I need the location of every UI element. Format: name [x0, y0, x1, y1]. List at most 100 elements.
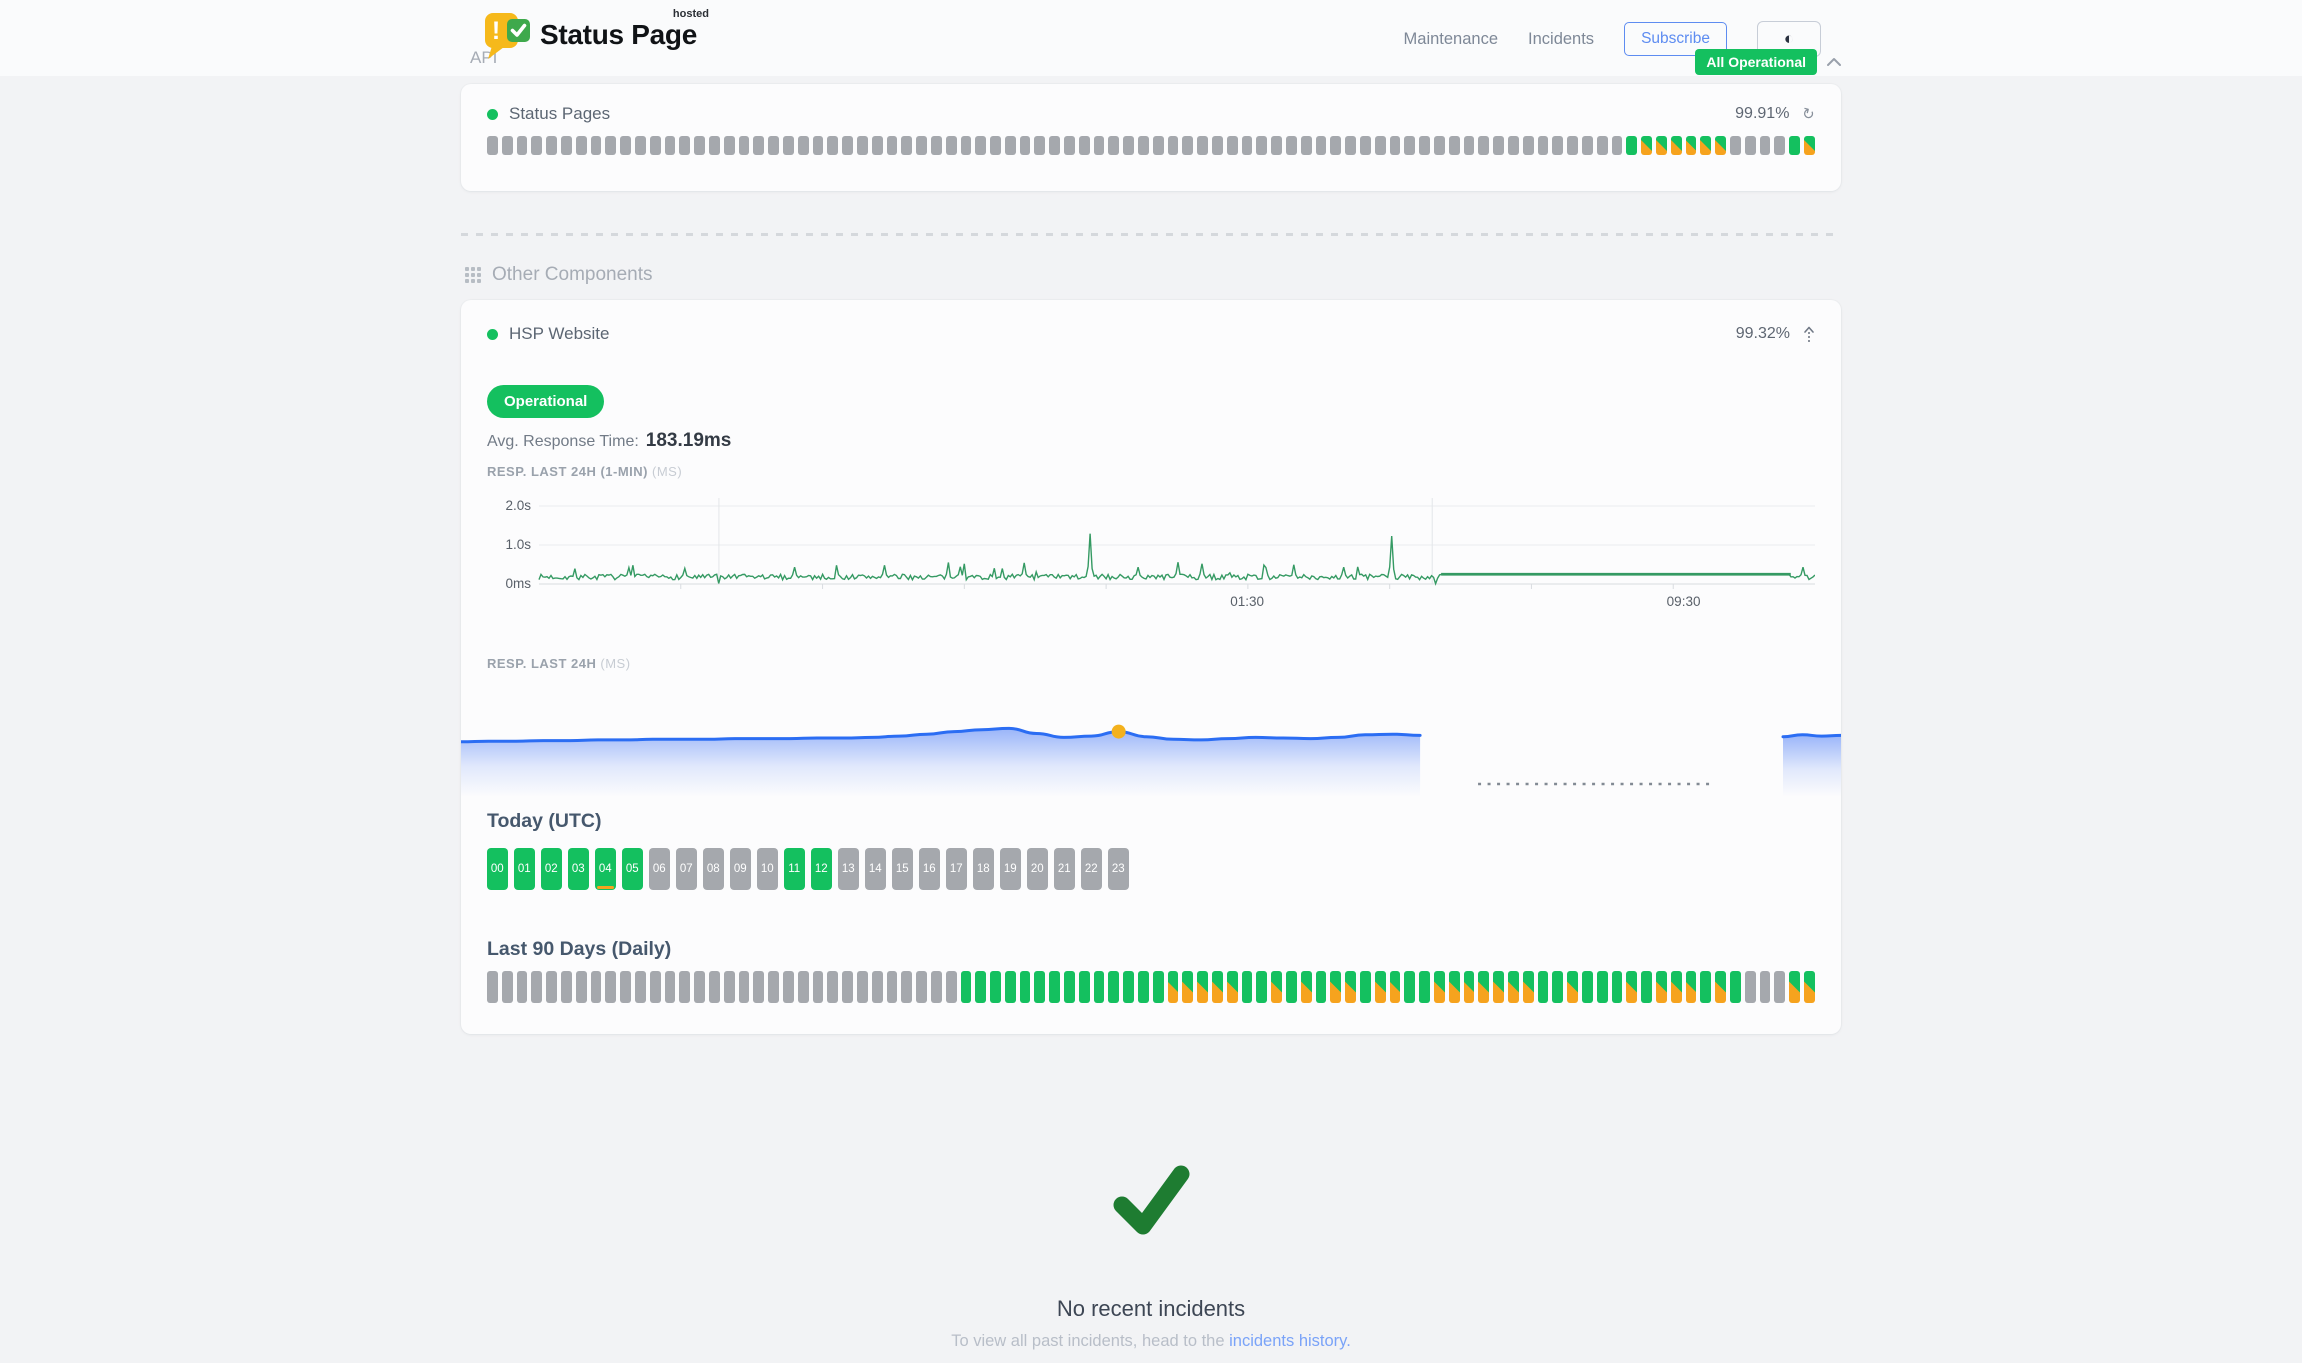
uptime-bar[interactable]	[650, 971, 661, 1003]
uptime-bar[interactable]	[531, 971, 542, 1003]
uptime-bar[interactable]	[1789, 971, 1800, 1003]
uptime-bar[interactable]	[1020, 136, 1031, 155]
uptime-bar[interactable]	[1730, 136, 1741, 155]
uptime-bar[interactable]	[576, 971, 587, 1003]
uptime-bar[interactable]	[975, 136, 986, 155]
uptime-bar[interactable]	[1005, 136, 1016, 155]
uptime-bar[interactable]	[1345, 971, 1356, 1003]
uptime-bar[interactable]	[1182, 971, 1193, 1003]
uptime-bar[interactable]	[1552, 971, 1563, 1003]
uptime-bar[interactable]	[1567, 971, 1578, 1003]
uptime-bar[interactable]	[1626, 136, 1637, 155]
uptime-bar[interactable]	[1034, 971, 1045, 1003]
uptime-bar[interactable]	[1745, 136, 1756, 155]
uptime-bar[interactable]	[1508, 136, 1519, 155]
uptime-bar[interactable]	[665, 136, 676, 155]
uptime-bar[interactable]	[1049, 136, 1060, 155]
uptime-bar[interactable]	[635, 136, 646, 155]
hour-block[interactable]: 22	[1081, 848, 1102, 890]
uptime-bar[interactable]	[1582, 971, 1593, 1003]
uptime-bar[interactable]	[1108, 136, 1119, 155]
uptime-bar[interactable]	[857, 136, 868, 155]
hour-block[interactable]: 02	[541, 848, 562, 890]
uptime-bar[interactable]	[1641, 136, 1652, 155]
uptime-bar[interactable]	[1375, 136, 1386, 155]
uptime-bar[interactable]	[517, 971, 528, 1003]
uptime-bar[interactable]	[1242, 136, 1253, 155]
uptime-bar[interactable]	[753, 136, 764, 155]
hour-block[interactable]: 07	[676, 848, 697, 890]
uptime-bar[interactable]	[1064, 971, 1075, 1003]
uptime-bar[interactable]	[1493, 136, 1504, 155]
uptime-bar[interactable]	[827, 136, 838, 155]
uptime-bar[interactable]	[1182, 136, 1193, 155]
uptime-bar[interactable]	[1197, 971, 1208, 1003]
uptime-bar[interactable]	[1597, 971, 1608, 1003]
uptime-bar[interactable]	[1064, 136, 1075, 155]
hour-block[interactable]: 01	[514, 848, 535, 890]
uptime-bar[interactable]	[1700, 971, 1711, 1003]
uptime-bar[interactable]	[679, 971, 690, 1003]
uptime-bar[interactable]	[1256, 971, 1267, 1003]
latest-point-marker[interactable]	[1112, 725, 1126, 739]
uptime-bar[interactable]	[1390, 971, 1401, 1003]
uptime-bar[interactable]	[1641, 971, 1652, 1003]
hour-block[interactable]: 00	[487, 848, 508, 890]
hour-block[interactable]: 08	[703, 848, 724, 890]
uptime-bar[interactable]	[1005, 971, 1016, 1003]
response-time-line-chart[interactable]: 2.0s1.0s0ms01:3009:30	[487, 484, 1815, 614]
uptime-bar[interactable]	[1079, 971, 1090, 1003]
hour-block[interactable]: 14	[865, 848, 886, 890]
hour-block[interactable]: 13	[838, 848, 859, 890]
uptime-bar[interactable]	[665, 971, 676, 1003]
uptime-bar[interactable]	[783, 971, 794, 1003]
uptime-bar[interactable]	[1626, 971, 1637, 1003]
uptime-bar[interactable]	[798, 136, 809, 155]
uptime-bar[interactable]	[620, 971, 631, 1003]
hour-block[interactable]: 18	[973, 848, 994, 890]
uptime-bar[interactable]	[1271, 971, 1282, 1003]
uptime-bar[interactable]	[990, 136, 1001, 155]
uptime-bar[interactable]	[709, 971, 720, 1003]
uptime-bar[interactable]	[605, 971, 616, 1003]
uptime-bar[interactable]	[842, 971, 853, 1003]
uptime-bar[interactable]	[1390, 136, 1401, 155]
uptime-bar[interactable]	[1730, 971, 1741, 1003]
uptime-bar[interactable]	[1094, 136, 1105, 155]
uptime-bar[interactable]	[1108, 971, 1119, 1003]
uptime-bar[interactable]	[1700, 136, 1711, 155]
uptime-bar[interactable]	[1227, 971, 1238, 1003]
uptime-bar[interactable]	[1597, 136, 1608, 155]
uptime-bar[interactable]	[1404, 136, 1415, 155]
uptime-bar[interactable]	[1804, 971, 1815, 1003]
hour-block[interactable]: 16	[919, 848, 940, 890]
uptime-bar[interactable]	[517, 136, 528, 155]
uptime-bar[interactable]	[1256, 136, 1267, 155]
uptime-bar[interactable]	[1582, 136, 1593, 155]
uptime-bar[interactable]	[1464, 971, 1475, 1003]
uptime-bar[interactable]	[739, 136, 750, 155]
hour-block[interactable]: 15	[892, 848, 913, 890]
uptime-bar[interactable]	[1168, 971, 1179, 1003]
hour-block[interactable]: 21	[1054, 848, 1075, 890]
uptime-bar[interactable]	[1316, 971, 1327, 1003]
uptime-bar[interactable]	[961, 136, 972, 155]
uptime-bar[interactable]	[1478, 971, 1489, 1003]
hour-block[interactable]: 05	[622, 848, 643, 890]
uptime-bar[interactable]	[931, 971, 942, 1003]
hour-block[interactable]: 17	[946, 848, 967, 890]
uptime-bar[interactable]	[1301, 971, 1312, 1003]
uptime-bar[interactable]	[1508, 971, 1519, 1003]
uptime-bar[interactable]	[1212, 136, 1223, 155]
nav-maintenance[interactable]: Maintenance	[1404, 30, 1498, 49]
uptime-bar[interactable]	[1493, 971, 1504, 1003]
hour-block[interactable]: 03	[568, 848, 589, 890]
uptime-bar[interactable]	[1671, 971, 1682, 1003]
uptime-bar[interactable]	[1301, 136, 1312, 155]
uptime-bar[interactable]	[1153, 136, 1164, 155]
uptime-bar[interactable]	[1360, 971, 1371, 1003]
uptime-bar[interactable]	[502, 971, 513, 1003]
uptime-bar[interactable]	[1523, 971, 1534, 1003]
uptime-bar[interactable]	[1242, 971, 1253, 1003]
uptime-bar[interactable]	[635, 971, 646, 1003]
